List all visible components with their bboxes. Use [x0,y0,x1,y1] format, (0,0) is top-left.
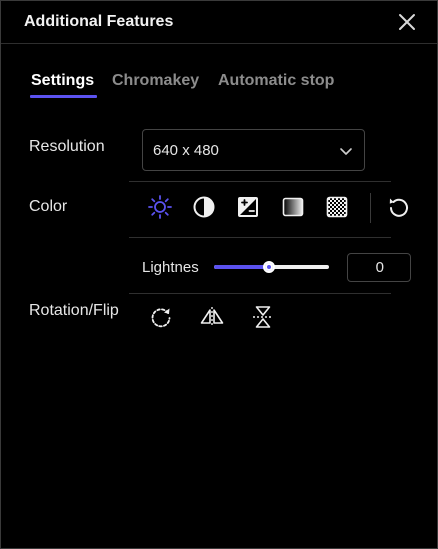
window-title: Additional Features [24,13,174,30]
tab-settings[interactable]: Settings [30,72,97,98]
divider [129,181,391,182]
checker-icon [326,196,348,218]
slider-thumb[interactable] [263,261,276,273]
lightness-slider[interactable] [214,259,329,275]
contrast-icon [193,196,215,218]
close-button[interactable] [397,12,417,32]
reset-color-button[interactable] [386,194,412,220]
rotation-flip-label: Rotation/Flip [29,302,119,319]
brightness-icon [148,195,172,219]
flip-vertical-icon [253,306,273,328]
reset-icon [389,198,408,217]
toolbar-separator [370,193,371,223]
close-icon [399,14,415,30]
flip-vertical-button[interactable] [250,304,276,330]
gradient-button[interactable] [280,194,306,220]
resolution-select[interactable]: 640 x 480 [142,129,365,171]
slider-fill [214,265,270,269]
additional-features-window: Additional Features Settings Chromakey A… [0,0,438,549]
divider [129,293,391,294]
active-tab-indicator [30,95,97,98]
exposure-icon [238,197,258,217]
tab-automatic-stop[interactable]: Automatic stop [218,72,334,90]
rotate-icon [151,308,171,328]
rotate-button[interactable] [148,304,174,330]
lightness-value-input[interactable] [347,253,411,282]
chevron-down-icon [340,148,352,155]
checker-button[interactable] [324,194,350,220]
exposure-button[interactable] [235,194,261,220]
brightness-button[interactable] [147,194,173,220]
flip-horizontal-button[interactable] [199,304,225,330]
gradient-icon [282,197,304,217]
tab-automatic-stop-label: Automatic stop [218,72,335,89]
tab-chromakey[interactable]: Chromakey [112,72,199,90]
tab-settings-label: Settings [31,72,95,89]
title-bar: Additional Features [1,1,437,44]
flip-horizontal-icon [200,307,224,327]
contrast-button[interactable] [191,194,217,220]
divider [129,237,391,238]
tab-chromakey-label: Chromakey [112,72,200,89]
resolution-label: Resolution [29,138,105,155]
lightness-label: Lightnes [142,259,199,276]
resolution-select-value: 640 x 480 [153,142,219,159]
color-label: Color [29,198,68,215]
